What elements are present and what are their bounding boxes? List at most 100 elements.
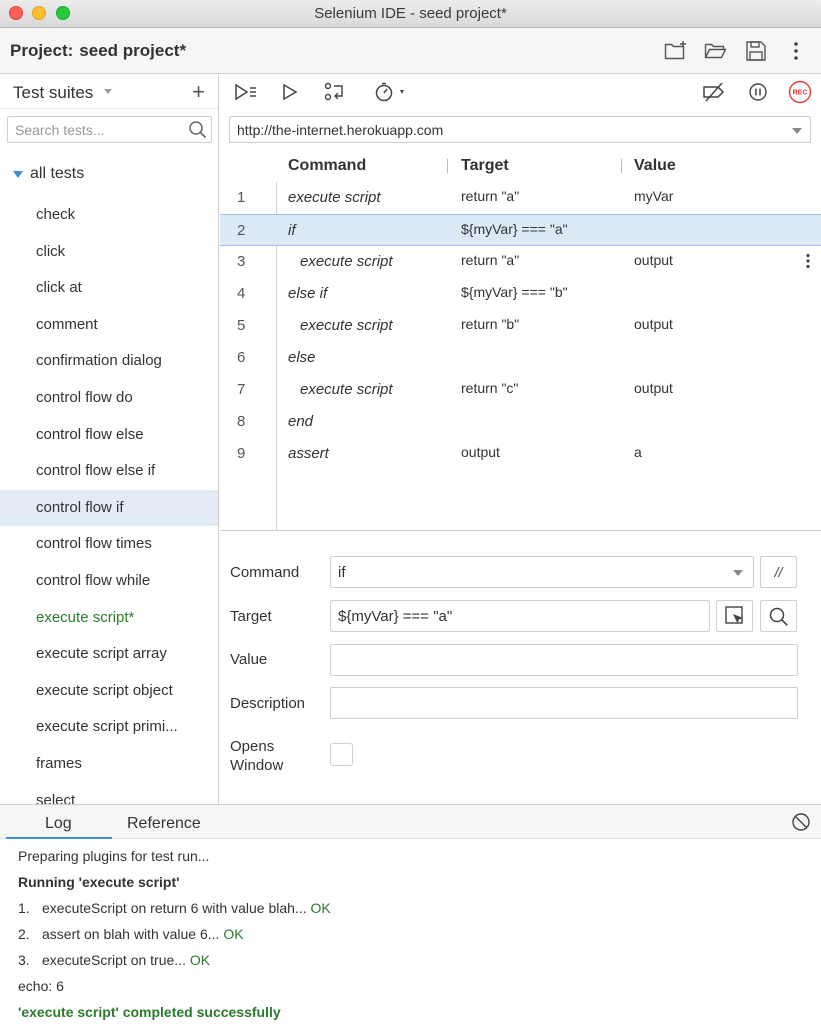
target-input[interactable]: ${myVar} === "a" — [330, 600, 710, 632]
find-target-button[interactable] — [760, 600, 797, 632]
save-project-icon[interactable] — [743, 38, 769, 64]
table-row[interactable]: 3 execute script return "a" output — [220, 246, 821, 278]
test-item[interactable]: control flow do — [0, 380, 218, 417]
table-row[interactable]: 4 else if ${myVar} === "b" — [220, 278, 821, 310]
row-number: 1 — [237, 189, 246, 206]
opens-window-label-line2: Window — [230, 757, 284, 774]
log-line: Preparing plugins for test run... — [18, 848, 210, 864]
test-item[interactable]: control flow times — [0, 526, 218, 563]
test-list: check click click at comment confirmatio… — [0, 197, 218, 805]
log-line: 3. executeScript on true... OK — [18, 947, 808, 973]
row-target: return "b" — [461, 316, 520, 332]
command-select[interactable]: if — [330, 556, 754, 588]
search-box — [7, 116, 212, 143]
run-current-test-icon[interactable] — [282, 80, 298, 104]
open-project-icon[interactable] — [703, 38, 729, 64]
zoom-window-button[interactable] — [56, 6, 70, 20]
log-status-ok: OK — [223, 926, 244, 942]
new-project-icon[interactable] — [663, 38, 689, 64]
test-item[interactable]: comment — [0, 307, 218, 344]
target-value: ${myVar} === "a" — [338, 608, 453, 625]
row-number: 7 — [237, 381, 246, 398]
test-item-selected[interactable]: control flow if — [0, 489, 218, 527]
test-item[interactable]: click at — [0, 270, 218, 307]
log-line-text: assert on blah with value 6... — [42, 926, 220, 942]
step-over-icon[interactable] — [324, 80, 346, 104]
project-header: Project: seed project* — [0, 28, 821, 74]
search-input[interactable] — [8, 117, 178, 142]
opens-window-checkbox[interactable] — [330, 743, 353, 766]
chevron-down-icon[interactable] — [104, 89, 112, 94]
tab-log[interactable]: Log — [45, 815, 72, 833]
row-number: 6 — [237, 349, 246, 366]
record-button[interactable]: REC — [788, 80, 812, 104]
expand-triangle-icon[interactable] — [13, 171, 23, 178]
value-input[interactable] — [330, 644, 798, 676]
minimize-window-button[interactable] — [32, 6, 46, 20]
test-item[interactable]: execute script primi... — [0, 709, 218, 746]
speed-timer-icon[interactable] — [374, 80, 408, 104]
table-row-selected[interactable]: 2 if ${myVar} === "a" — [220, 214, 821, 246]
table-row[interactable]: 5 execute script return "b" output — [220, 310, 821, 342]
test-item[interactable]: check — [0, 197, 218, 234]
column-divider[interactable] — [621, 159, 622, 173]
chevron-down-icon[interactable] — [792, 128, 802, 134]
project-name: seed project* — [79, 41, 187, 60]
table-row[interactable]: 7 execute script return "c" output — [220, 374, 821, 406]
log-line: 2. assert on blah with value 6... OK — [18, 921, 808, 947]
row-command: else if — [288, 285, 328, 302]
log-line-number: 2. — [18, 926, 30, 942]
test-item[interactable]: execute script object — [0, 673, 218, 710]
log-line: echo: 6 — [18, 978, 64, 994]
close-window-button[interactable] — [9, 6, 23, 20]
more-options-icon[interactable] — [783, 38, 809, 64]
test-item[interactable]: control flow else — [0, 417, 218, 454]
test-item[interactable]: click — [0, 234, 218, 271]
add-test-icon[interactable]: + — [192, 79, 205, 105]
window-titlebar: Selenium IDE - seed project* — [0, 0, 821, 28]
row-command: end — [288, 413, 314, 430]
row-command: execute script — [300, 253, 393, 270]
disable-breakpoints-icon[interactable] — [702, 80, 726, 104]
table-row[interactable]: 1 execute script return "a" myVar — [220, 182, 821, 214]
row-command: else — [288, 349, 316, 366]
test-suites-dropdown[interactable]: Test suites — [13, 83, 93, 103]
base-url-value: http://the-internet.herokuapp.com — [237, 122, 444, 138]
pause-icon[interactable] — [748, 80, 768, 104]
row-options-icon[interactable] — [805, 253, 811, 273]
test-item[interactable]: confirmation dialog — [0, 343, 218, 380]
opens-window-label-line1: Opens — [230, 738, 275, 755]
table-row[interactable]: 6 else — [220, 342, 821, 374]
log-line: Running 'execute script' — [18, 874, 180, 890]
row-target: ${myVar} === "a" — [461, 221, 568, 237]
base-url-select[interactable]: http://the-internet.herokuapp.com — [229, 116, 811, 143]
row-value: output — [634, 316, 673, 332]
test-item[interactable]: frames — [0, 746, 218, 783]
test-item[interactable]: select — [0, 783, 218, 805]
row-number: 2 — [237, 222, 246, 239]
value-label: Value — [230, 651, 268, 668]
select-target-button[interactable] — [716, 600, 753, 632]
test-item-modified[interactable]: execute script* — [0, 600, 218, 637]
tree-root-label: all tests — [30, 165, 85, 182]
command-editor: Command if // Target ${myVar} === "a" Va… — [220, 532, 821, 804]
tab-reference[interactable]: Reference — [127, 815, 201, 833]
column-divider[interactable] — [447, 159, 448, 173]
table-row[interactable]: 9 assert output a — [220, 438, 821, 470]
table-row[interactable]: 8 end — [220, 406, 821, 438]
test-item[interactable]: control flow while — [0, 563, 218, 600]
tree-root-all-tests[interactable]: all tests — [0, 163, 218, 187]
test-item[interactable]: execute script array — [0, 636, 218, 673]
test-item[interactable]: control flow else if — [0, 453, 218, 490]
clear-log-icon[interactable] — [791, 812, 811, 836]
run-all-tests-icon[interactable] — [234, 80, 258, 104]
sidebar-header: Test suites + — [0, 75, 218, 109]
project-title[interactable]: Project: seed project* — [10, 41, 186, 61]
chevron-down-icon[interactable] — [733, 570, 743, 576]
description-input[interactable] — [330, 687, 798, 719]
log-panel: Log Reference Preparing plugins for test… — [0, 804, 821, 1024]
command-label: Command — [230, 564, 300, 581]
comment-toggle-button[interactable]: // — [760, 556, 797, 588]
row-command: execute script — [300, 317, 393, 334]
header-value: Value — [634, 157, 676, 174]
